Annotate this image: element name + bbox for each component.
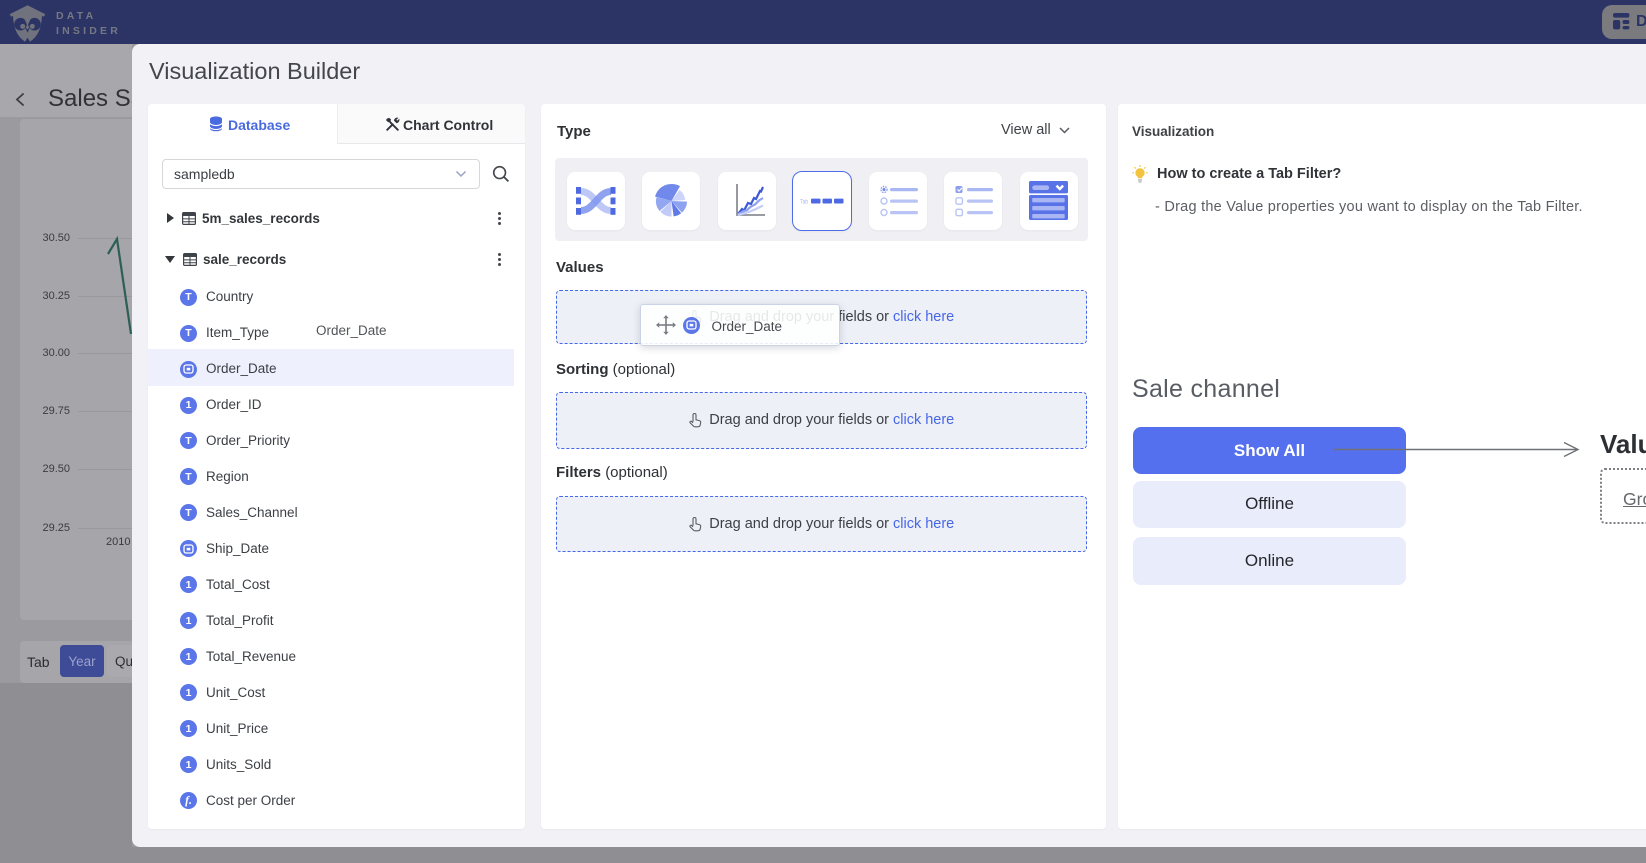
svg-text:Tab: Tab bbox=[800, 199, 809, 205]
